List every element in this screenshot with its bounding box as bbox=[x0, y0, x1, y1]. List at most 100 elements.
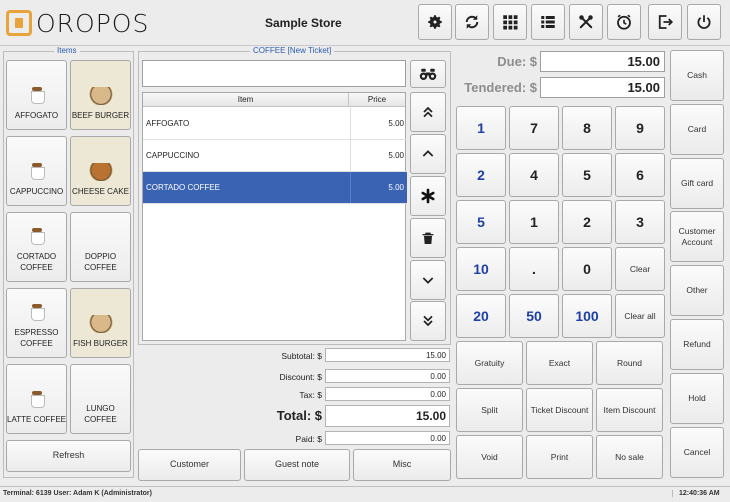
gear-icon bbox=[428, 15, 442, 29]
keypad-key[interactable]: 2 bbox=[456, 153, 506, 197]
payment-method-button[interactable]: Cancel bbox=[670, 426, 724, 478]
column-header-item[interactable]: Item bbox=[143, 93, 348, 106]
payment-method-button[interactable]: Cash bbox=[670, 50, 724, 101]
keypad-key[interactable]: 7 bbox=[509, 106, 559, 150]
payment-method-button[interactable]: Card bbox=[670, 103, 724, 155]
payment-action-button[interactable]: Split bbox=[456, 388, 523, 432]
tools-button[interactable] bbox=[569, 4, 603, 40]
double-chevron-up-icon bbox=[423, 106, 433, 118]
menu-item[interactable]: AFFOGATO bbox=[6, 60, 67, 130]
menu-item-label: LATTE COFFEE bbox=[7, 414, 66, 424]
payment-action-button[interactable]: Round bbox=[596, 341, 663, 385]
keypad-key[interactable]: 1 bbox=[509, 200, 559, 244]
keypad-key[interactable]: 1 bbox=[456, 106, 506, 150]
keypad-key[interactable]: Clear all bbox=[615, 294, 665, 338]
keypad-key[interactable]: 10 bbox=[456, 247, 506, 291]
keypad-key[interactable]: 5 bbox=[456, 200, 506, 244]
payment-method-button[interactable]: Gift card bbox=[670, 157, 724, 209]
ticket-row-price: 5.00 bbox=[350, 108, 407, 139]
keypad-key[interactable]: 8 bbox=[562, 106, 612, 150]
power-icon bbox=[697, 15, 711, 29]
menu-item-label: CHEESE CAKE bbox=[72, 186, 129, 196]
menu-item[interactable]: CHEESE CAKE bbox=[70, 136, 131, 206]
coffee-cup-icon bbox=[30, 390, 45, 408]
settings-button[interactable] bbox=[418, 4, 452, 40]
misc-button[interactable]: Misc bbox=[353, 449, 451, 481]
power-button[interactable] bbox=[687, 4, 721, 40]
payment-action-button[interactable]: Item Discount bbox=[596, 388, 663, 432]
logout-icon bbox=[658, 15, 674, 29]
guest-note-button[interactable]: Guest note bbox=[244, 449, 350, 481]
ticket-row-price: 5.00 bbox=[350, 172, 407, 203]
ticket-row[interactable]: CORTADO COFFEE 5.00 bbox=[143, 172, 407, 204]
ticket-search-input[interactable] bbox=[142, 60, 406, 87]
menu-item[interactable]: CORTADO COFFEE bbox=[6, 212, 67, 282]
keypad-key[interactable]: 50 bbox=[509, 294, 559, 338]
keypad-key[interactable]: 0 bbox=[562, 247, 612, 291]
menu-item[interactable]: ESPRESSO COFFEE bbox=[6, 288, 67, 358]
payment-action-button[interactable]: No sale bbox=[596, 435, 663, 479]
ticket-row[interactable]: CAPPUCCINO 5.00 bbox=[143, 140, 407, 172]
keypad-key[interactable]: Clear bbox=[615, 247, 665, 291]
search-button[interactable] bbox=[410, 60, 446, 88]
ticket-row[interactable]: AFFOGATO 5.00 bbox=[143, 108, 407, 140]
list-view-button[interactable] bbox=[531, 4, 565, 40]
payment-action-button[interactable]: Void bbox=[456, 435, 523, 479]
items-panel-title: Items bbox=[54, 46, 80, 55]
clock-icon bbox=[617, 14, 631, 30]
keypad-key[interactable]: 20 bbox=[456, 294, 506, 338]
grid-view-button[interactable] bbox=[493, 4, 527, 40]
keypad-key[interactable]: 100 bbox=[562, 294, 612, 338]
scroll-up-button[interactable] bbox=[410, 134, 446, 174]
refresh-items-button[interactable]: Refresh bbox=[6, 440, 131, 472]
paid-label: Paid: $ bbox=[295, 434, 322, 444]
payment-method-button[interactable]: Other bbox=[670, 265, 724, 317]
payment-method-button[interactable]: Hold bbox=[670, 372, 724, 424]
clock-button[interactable] bbox=[607, 4, 641, 40]
menu-item[interactable]: FISH BURGER bbox=[70, 288, 131, 358]
keypad-key[interactable]: 5 bbox=[562, 153, 612, 197]
keypad-key[interactable]: 6 bbox=[615, 153, 665, 197]
logout-button[interactable] bbox=[648, 4, 682, 40]
keypad-key[interactable]: . bbox=[509, 247, 559, 291]
coffee-cup-icon bbox=[30, 304, 45, 322]
customer-button[interactable]: Customer bbox=[138, 449, 241, 481]
payment-action-button[interactable]: Print bbox=[526, 435, 593, 479]
payment-action-button[interactable]: Gratuity bbox=[456, 341, 523, 385]
coffee-cup-icon bbox=[30, 162, 45, 180]
keypad-key[interactable]: 3 bbox=[615, 200, 665, 244]
menu-item-label: CAPPUCCINO bbox=[9, 186, 64, 196]
menu-item[interactable]: BEEF BURGER bbox=[70, 60, 131, 130]
double-chevron-down-icon bbox=[423, 315, 433, 327]
coffee-cup-icon bbox=[30, 228, 45, 246]
keypad-key[interactable]: 2 bbox=[562, 200, 612, 244]
keypad-key[interactable]: 4 bbox=[509, 153, 559, 197]
keypad-key[interactable]: 9 bbox=[615, 106, 665, 150]
binoculars-icon bbox=[419, 68, 437, 80]
payment-method-button[interactable]: Refund bbox=[670, 319, 724, 370]
scroll-top-button[interactable] bbox=[410, 92, 446, 132]
discount-label: Discount: $ bbox=[279, 372, 322, 382]
menu-item[interactable]: LUNGO COFFEE bbox=[70, 364, 131, 434]
modify-item-button[interactable] bbox=[410, 176, 446, 216]
tax-label: Tax: $ bbox=[299, 390, 322, 400]
column-header-price[interactable]: Price bbox=[348, 93, 405, 106]
ticket-row-price: 5.00 bbox=[350, 140, 407, 171]
payment-method-button[interactable]: Customer Account bbox=[670, 211, 724, 263]
payment-action-button[interactable]: Ticket Discount bbox=[526, 388, 593, 432]
scroll-down-button[interactable] bbox=[410, 260, 446, 300]
delete-item-button[interactable] bbox=[410, 218, 446, 258]
menu-item[interactable]: LATTE COFFEE bbox=[6, 364, 67, 434]
grid-icon bbox=[503, 15, 518, 30]
subtotal-value: 15.00 bbox=[325, 348, 450, 362]
logo-mark-icon bbox=[6, 10, 32, 36]
ticket-row-item: CAPPUCCINO bbox=[146, 151, 200, 160]
menu-item[interactable]: DOPPIO COFFEE bbox=[70, 212, 131, 282]
status-bar: Terminal: 6139 User: Adam K (Administrat… bbox=[0, 486, 730, 502]
food-thumbnail-icon bbox=[87, 86, 114, 105]
payment-action-button[interactable]: Exact bbox=[526, 341, 593, 385]
scroll-bottom-button[interactable] bbox=[410, 301, 446, 341]
tendered-label: Tendered: $ bbox=[464, 80, 537, 95]
refresh-button[interactable] bbox=[455, 4, 489, 40]
menu-item[interactable]: CAPPUCCINO bbox=[6, 136, 67, 206]
